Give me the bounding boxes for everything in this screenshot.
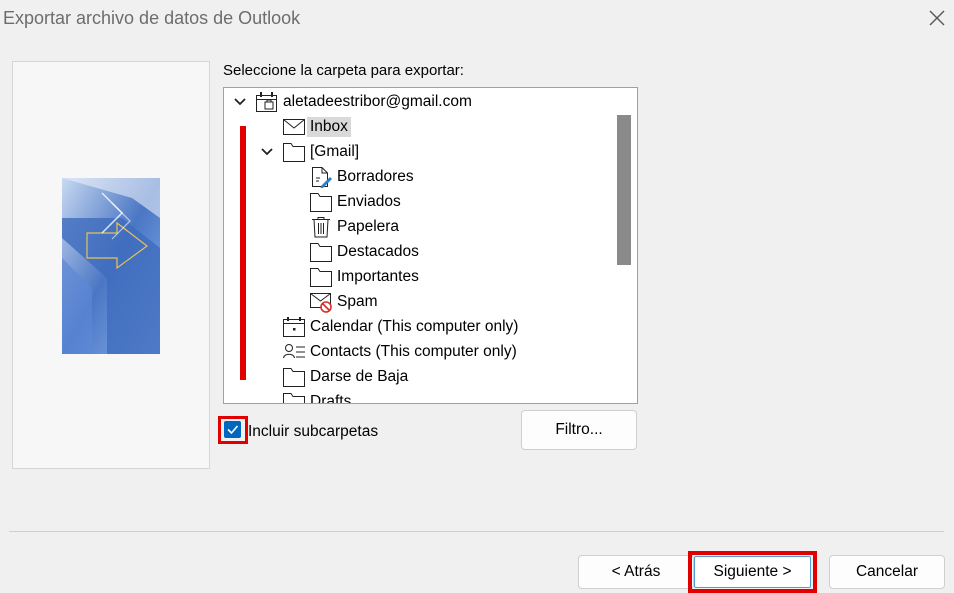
- footer-divider: [9, 531, 944, 532]
- calendar-icon: [281, 315, 307, 339]
- tree-item-label: Destacados: [337, 243, 419, 260]
- include-subfolders-checkbox[interactable]: [224, 421, 241, 438]
- folder-icon: [281, 365, 307, 389]
- tree-item-enviados[interactable]: Enviados: [308, 190, 401, 214]
- tree-item-label: Contacts (This computer only): [310, 343, 517, 360]
- tree-item-account[interactable]: aletadeestribor@gmail.com: [254, 90, 472, 114]
- tree-item-contacts[interactable]: Contacts (This computer only): [281, 340, 517, 364]
- tree-item-label: Inbox: [307, 117, 351, 137]
- tree-item-label: Spam: [337, 293, 378, 310]
- tree-item-label: [Gmail]: [310, 143, 360, 160]
- window-title: Exportar archivo de datos de Outlook: [3, 8, 301, 28]
- tree-item-darse-de-baja[interactable]: Darse de Baja: [281, 365, 408, 389]
- cancel-button[interactable]: Cancelar: [829, 555, 945, 589]
- tree-item-label: Importantes: [337, 268, 419, 285]
- tree-item-label: Darse de Baja: [310, 368, 409, 385]
- tree-item-papelera[interactable]: Papelera: [308, 215, 399, 239]
- tree-item-label: Papelera: [337, 218, 400, 235]
- account-icon: [254, 90, 280, 114]
- mail-icon: [281, 115, 307, 139]
- tree-item-calendar[interactable]: Calendar (This computer only): [281, 315, 518, 339]
- close-button[interactable]: [925, 6, 949, 30]
- contacts-icon: [281, 340, 307, 364]
- folder-icon: [308, 190, 334, 214]
- tree-item-label: aletadeestribor@gmail.com: [283, 93, 472, 110]
- folder-icon: [308, 240, 334, 264]
- folder-icon: [281, 390, 307, 403]
- include-subfolders-label[interactable]: Incluir subcarpetas: [248, 423, 378, 441]
- tree-item-label: Drafts: [310, 393, 352, 404]
- trash-icon: [308, 215, 334, 239]
- tree-item-label: Borradores: [337, 168, 414, 185]
- spam-icon: [308, 290, 334, 314]
- folder-prompt: Seleccione la carpeta para exportar:: [223, 62, 464, 79]
- filter-button[interactable]: Filtro...: [521, 410, 637, 450]
- next-button[interactable]: Siguiente >: [694, 556, 811, 588]
- check-icon: [227, 425, 239, 435]
- expand-gmail-toggle[interactable]: [260, 145, 274, 159]
- tree-item-borradores[interactable]: Borradores: [308, 165, 414, 189]
- highlight-bar: [240, 126, 246, 380]
- folder-tree[interactable]: aletadeestribor@gmail.com Inbox [Gmail] …: [223, 87, 638, 404]
- tree-item-importantes[interactable]: Importantes: [308, 265, 419, 289]
- wizard-illustration: [62, 178, 160, 354]
- tree-item-label: Enviados: [337, 193, 401, 210]
- folder-icon: [308, 265, 334, 289]
- wizard-side-panel: [12, 61, 210, 469]
- tree-item-drafts[interactable]: Drafts: [281, 390, 352, 404]
- tree-item-spam[interactable]: Spam: [308, 290, 378, 314]
- tree-item-destacados[interactable]: Destacados: [308, 240, 419, 264]
- chevron-down-icon: [234, 98, 246, 106]
- tree-item-label: Calendar (This computer only): [310, 318, 519, 335]
- expand-account-toggle[interactable]: [233, 95, 247, 109]
- tree-scrollbar-thumb[interactable]: [617, 115, 631, 265]
- tree-item-gmail[interactable]: [Gmail]: [281, 140, 359, 164]
- folder-icon: [281, 140, 307, 164]
- back-button[interactable]: < Atrás: [578, 555, 694, 589]
- tree-item-inbox[interactable]: Inbox: [281, 115, 351, 139]
- drafts-icon: [308, 165, 334, 189]
- chevron-down-icon: [261, 148, 273, 156]
- close-icon: [929, 10, 945, 26]
